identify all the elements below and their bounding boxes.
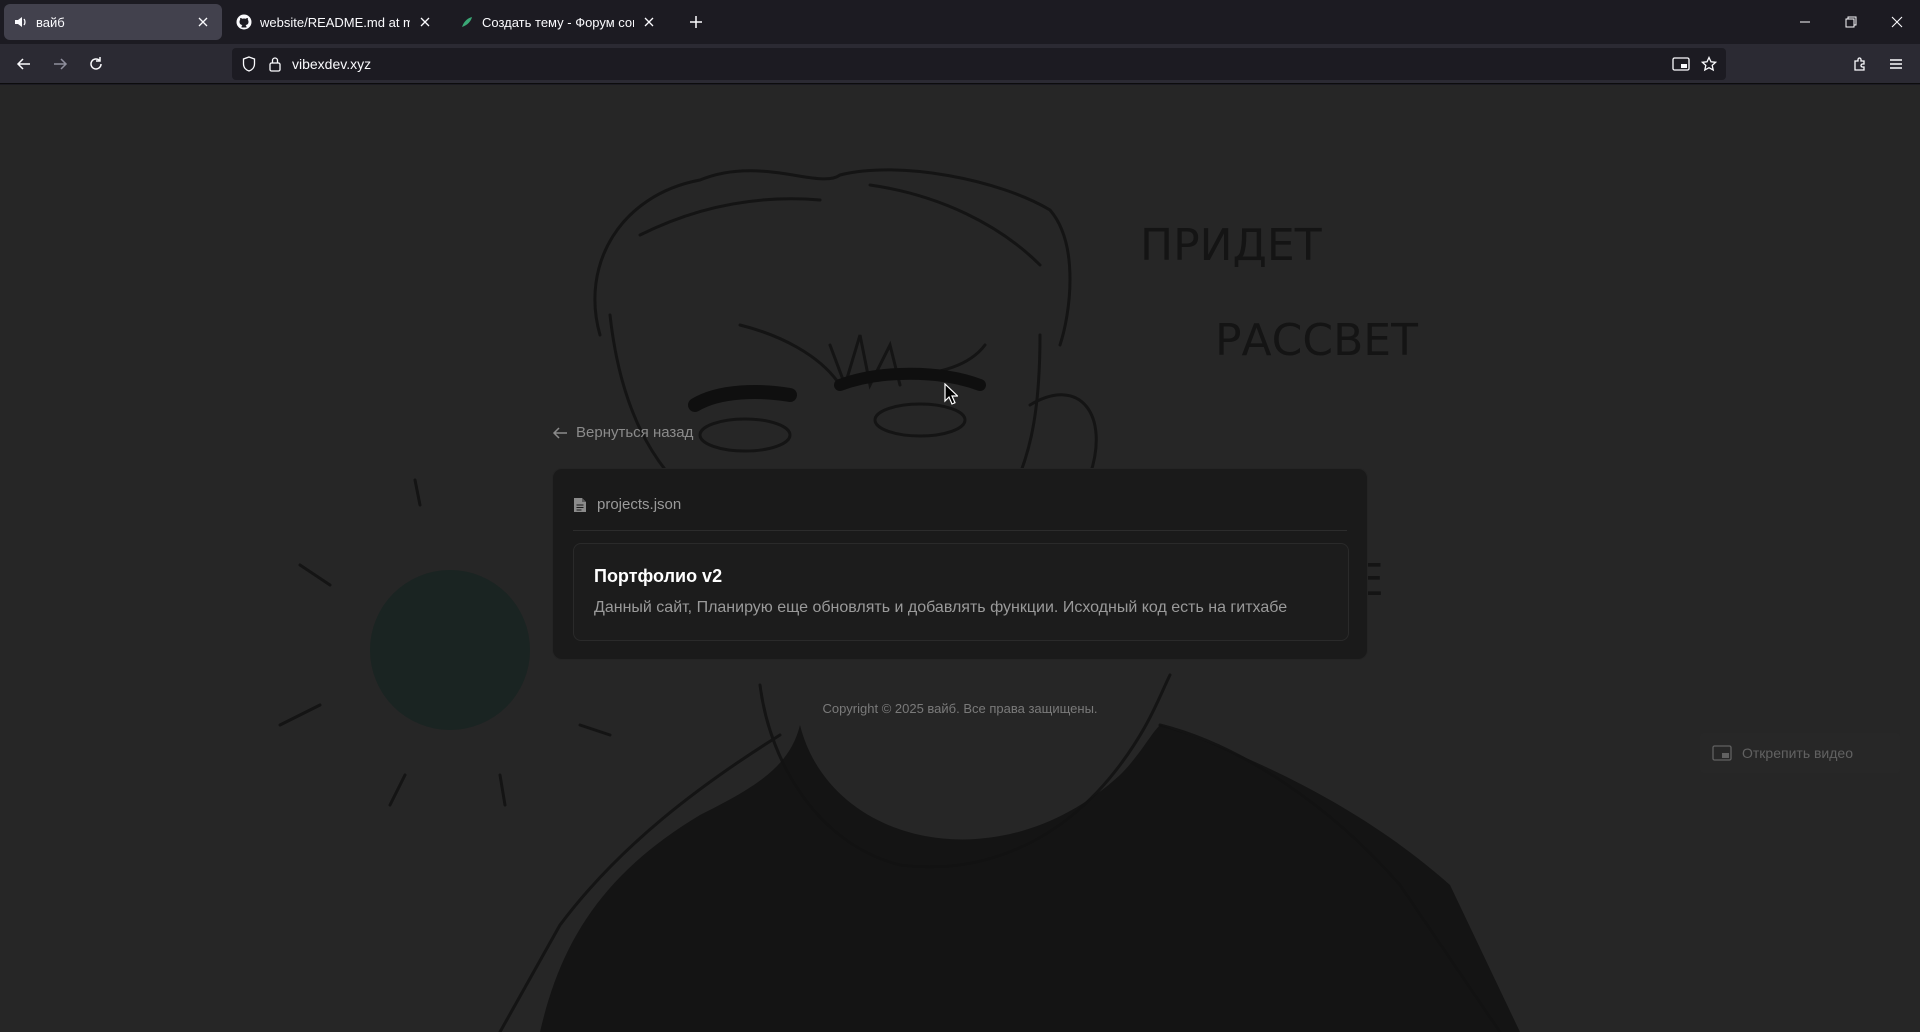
back-link-label: Вернуться назад xyxy=(576,424,694,441)
mouse-cursor-icon xyxy=(944,383,958,405)
tab-forum[interactable]: Создать тему - Форум социал xyxy=(450,4,668,40)
minimize-button[interactable] xyxy=(1782,0,1828,44)
file-name: projects.json xyxy=(597,496,682,513)
url-text: vibexdev.xyz xyxy=(292,56,372,72)
back-link[interactable]: Вернуться назад xyxy=(552,424,693,441)
reload-button[interactable] xyxy=(82,50,110,78)
picture-in-picture-icon[interactable] xyxy=(1672,55,1690,73)
page-viewport: ПРИДЕТ РАССВЕТ ВСЕ Вернуться назад proje… xyxy=(0,85,1920,1032)
tab-title: вайб xyxy=(36,14,65,30)
new-tab-button[interactable] xyxy=(684,10,708,34)
extensions-icon[interactable] xyxy=(1846,50,1874,78)
shield-icon[interactable] xyxy=(240,55,258,73)
navigation-toolbar: vibexdev.xyz xyxy=(0,44,1920,84)
copyright-text: Copyright © 2025 вайб. Все права защищен… xyxy=(822,701,1098,716)
tab-vibe[interactable]: вайб xyxy=(4,4,222,40)
close-icon[interactable] xyxy=(194,13,212,31)
window-controls xyxy=(1782,0,1920,44)
close-icon[interactable] xyxy=(640,13,658,31)
file-icon xyxy=(573,497,587,513)
pip-toggle-label: Открепить видео xyxy=(1742,745,1853,761)
project-title: Портфолио v2 xyxy=(594,566,723,586)
tab-title: website/README.md at main · v xyxy=(260,14,410,30)
url-bar[interactable]: vibexdev.xyz xyxy=(232,48,1726,80)
forum-icon xyxy=(460,15,474,29)
picture-in-picture-icon xyxy=(1712,745,1732,761)
art-word: ПРИДЕТ xyxy=(1140,220,1322,271)
forward-button[interactable] xyxy=(46,50,74,78)
menu-icon[interactable] xyxy=(1882,50,1910,78)
close-icon[interactable] xyxy=(416,13,434,31)
close-window-button[interactable] xyxy=(1874,0,1920,44)
bookmark-star-icon[interactable] xyxy=(1700,55,1718,73)
art-word: РАССВЕТ xyxy=(1215,315,1418,366)
projects-card: projects.json Портфолио v2 Данный сайт, … xyxy=(552,468,1368,660)
speaker-icon[interactable] xyxy=(14,15,28,29)
lock-icon[interactable] xyxy=(266,55,284,73)
github-icon xyxy=(236,14,252,30)
arrow-left-icon xyxy=(552,426,568,440)
restore-button[interactable] xyxy=(1828,0,1874,44)
project-description: Данный сайт, Планирую еще обновлять и до… xyxy=(594,599,1288,616)
back-button[interactable] xyxy=(10,50,38,78)
tab-github[interactable]: website/README.md at main · v xyxy=(226,4,444,40)
tab-title: Создать тему - Форум социал xyxy=(482,14,634,30)
tab-bar: вайб website/README.md at main · v Созда… xyxy=(0,0,1920,44)
card-header: projects.json xyxy=(573,487,1347,531)
pip-toggle-button[interactable]: Открепить видео xyxy=(1700,733,1900,773)
project-item[interactable]: Портфолио v2 Данный сайт, Планирую еще о… xyxy=(573,543,1349,641)
